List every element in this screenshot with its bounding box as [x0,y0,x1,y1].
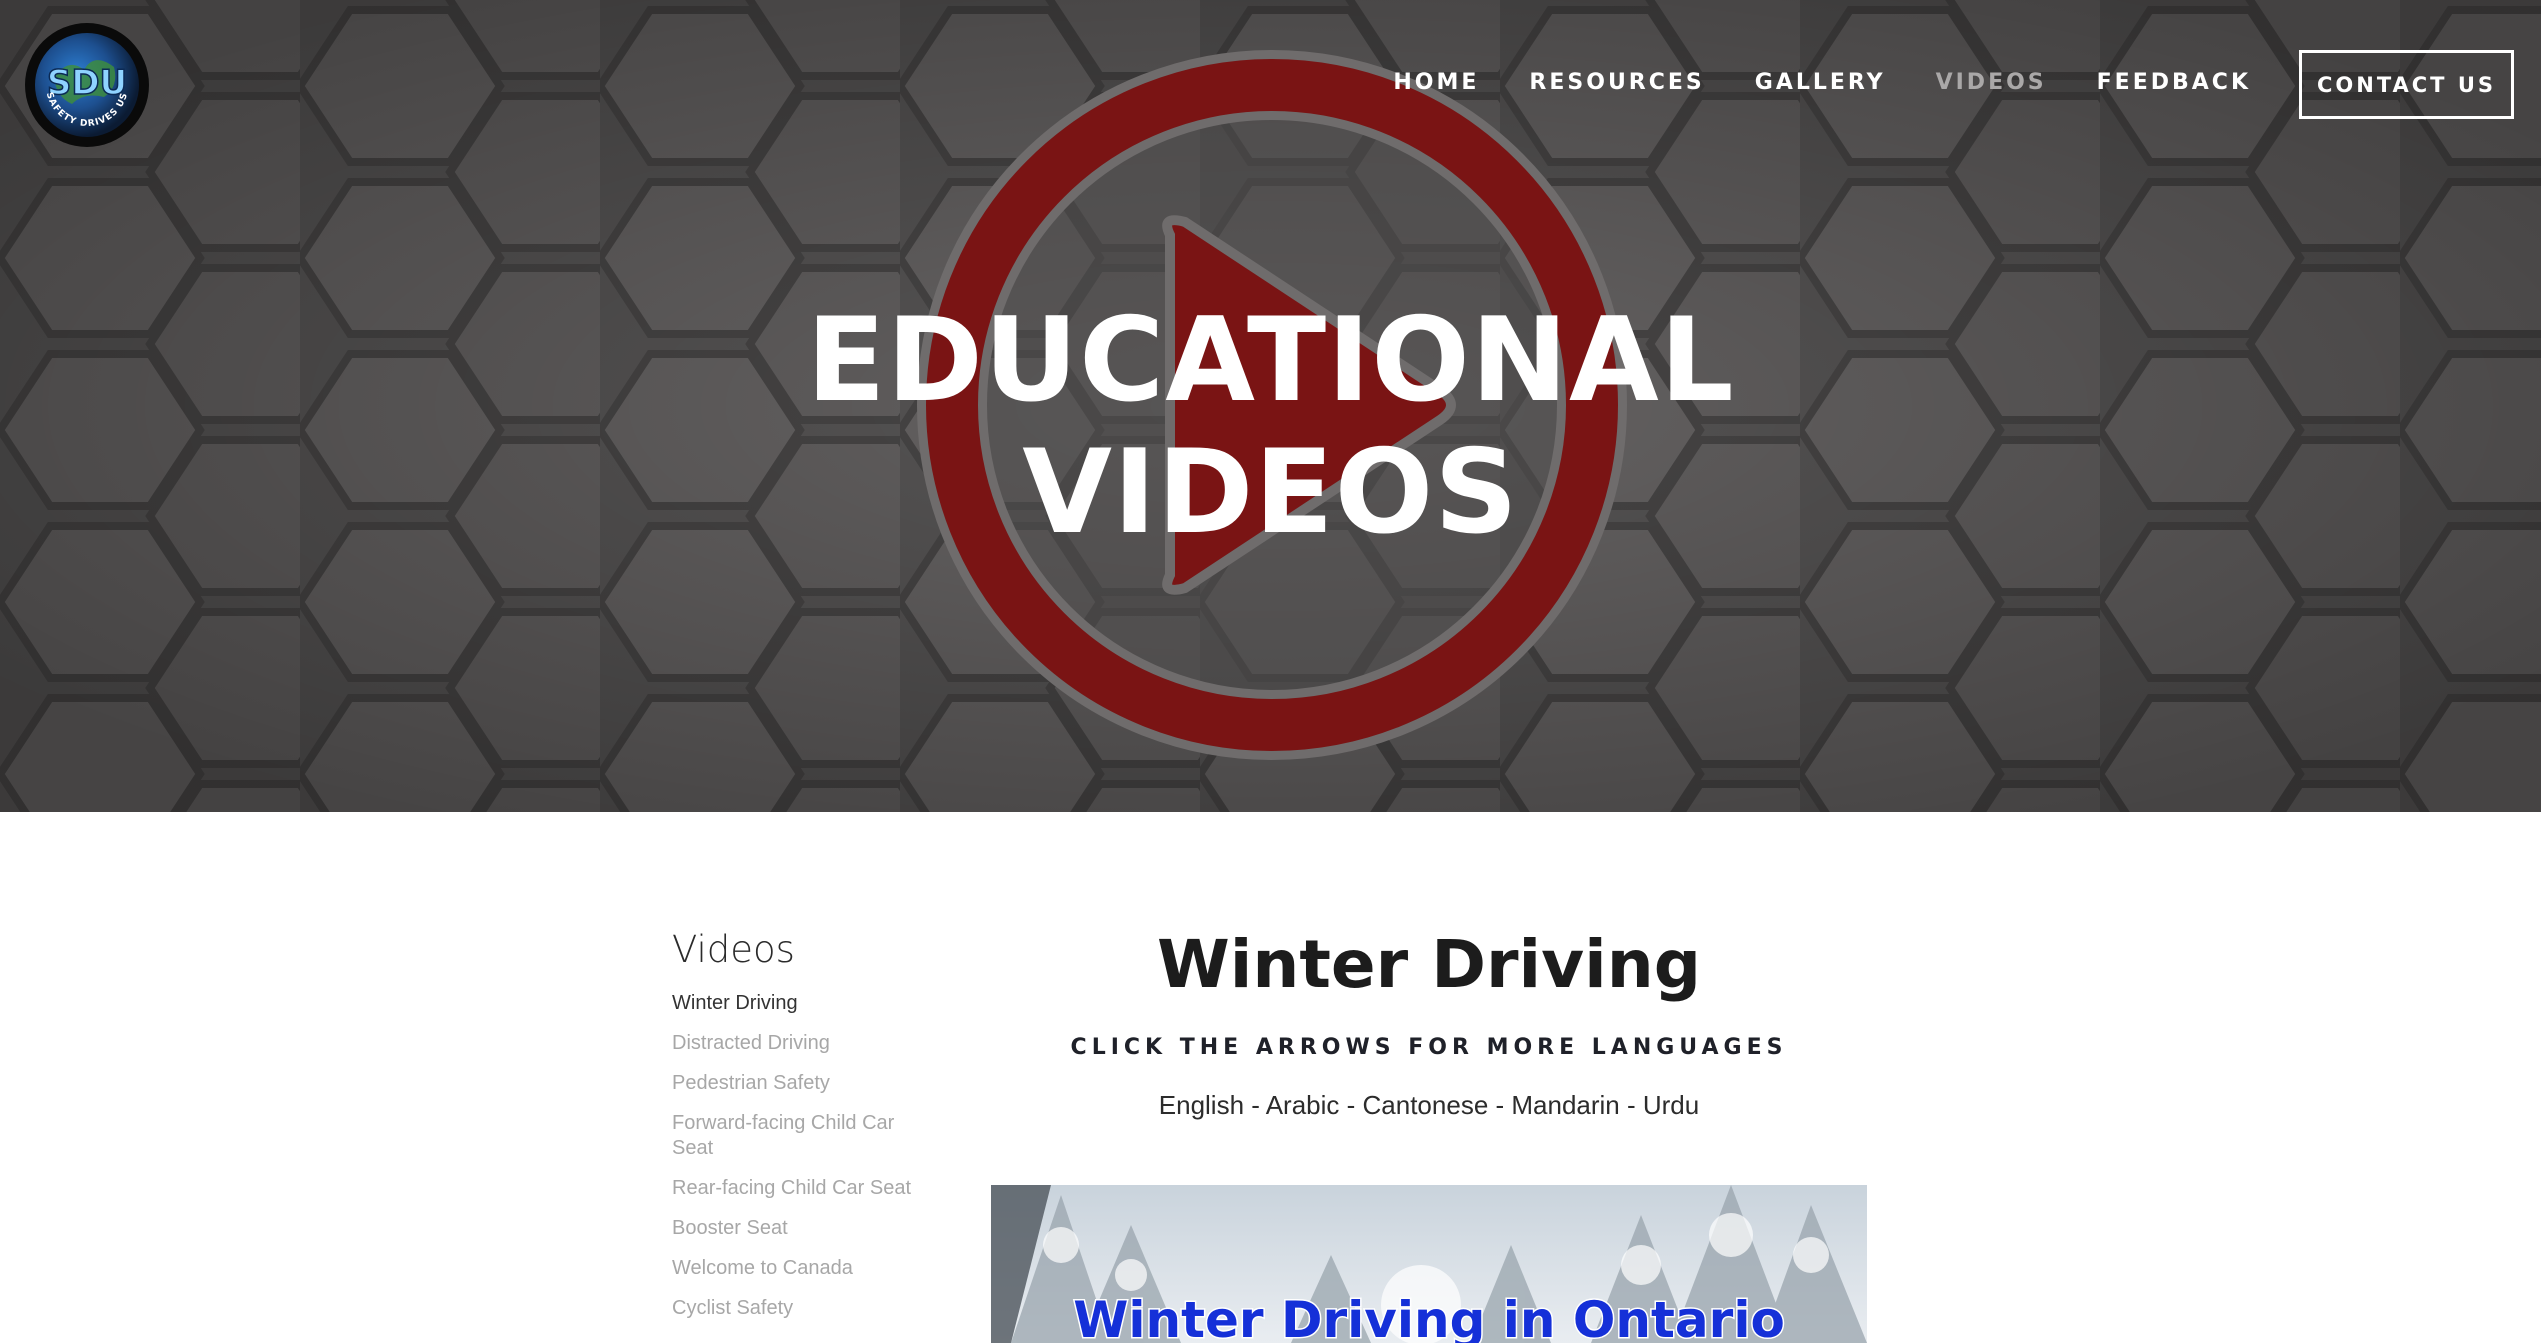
video-thumbnail[interactable]: Winter Driving in Ontario [991,1185,1867,1343]
contact-us-button[interactable]: CONTACT US [2299,50,2514,119]
language-list: English - Arabic - Cantonese - Mandarin … [1158,1090,1700,1120]
nav-feedback[interactable]: FEEDBACK [2097,70,2251,95]
sidebar-item-winter-driving[interactable]: Winter Driving [672,991,922,1016]
hero-title-line-1: EDUCATIONAL [806,293,1735,428]
nav-gallery[interactable]: GALLERY [1755,70,1886,95]
sidebar-item-cyclist-safety[interactable]: Cyclist Safety [672,1296,922,1321]
sidebar-item-distracted-driving[interactable]: Distracted Driving [672,1031,922,1056]
sidebar-list: Winter Driving Distracted Driving Pedest… [672,991,922,1321]
winter-road-image: Winter Driving in Ontario [991,1185,1867,1343]
video-title: Winter Driving [1156,926,1702,1003]
main-content: Winter Driving CLICK THE ARROWS FOR MORE… [991,925,1867,1121]
arrows-instruction: CLICK THE ARROWS FOR MORE LANGUAGES [1070,1035,1788,1060]
sidebar-item-rear-facing-seat[interactable]: Rear-facing Child Car Seat [672,1176,922,1201]
hero-title-line-2: VIDEOS [1022,425,1519,560]
hero-title: EDUCATIONAL VIDEOS [0,295,2541,559]
sidebar-item-pedestrian-safety[interactable]: Pedestrian Safety [672,1071,922,1096]
sidebar-item-booster-seat[interactable]: Booster Seat [672,1216,922,1241]
videos-sidebar: Videos Winter Driving Distracted Driving… [672,928,922,1336]
sdu-logo[interactable]: SDU SAFETY DRIVES US [24,22,150,148]
nav-resources[interactable]: RESOURCES [1529,70,1704,95]
sidebar-title: Videos [672,928,795,971]
video-caption: Winter Driving in Ontario [1073,1291,1785,1343]
nav-videos[interactable]: VIDEOS [1936,70,2047,95]
sidebar-item-forward-facing-seat[interactable]: Forward-facing Child Car Seat [672,1111,922,1161]
main-nav: HOME RESOURCES GALLERY VIDEOS FEEDBACK [1393,70,2251,95]
hero-banner: SDU SAFETY DRIVES US HOME RESOURCES GALL… [0,0,2541,812]
nav-home[interactable]: HOME [1393,70,1479,95]
sidebar-item-welcome-to-canada[interactable]: Welcome to Canada [672,1256,922,1281]
svg-text:SDU: SDU [47,63,127,103]
